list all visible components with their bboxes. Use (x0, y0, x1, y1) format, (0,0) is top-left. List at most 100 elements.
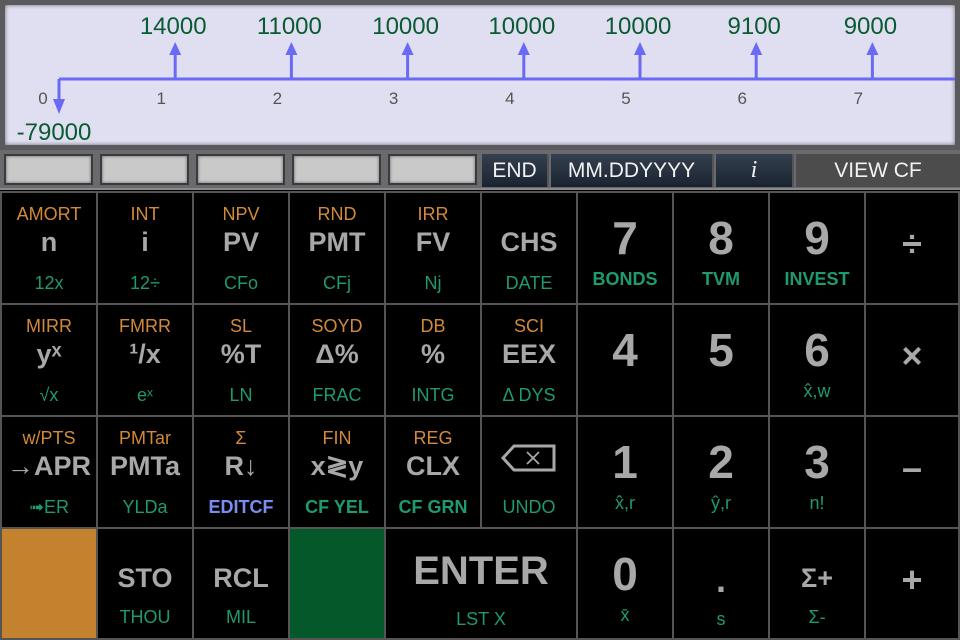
key-to-apr[interactable]: w/PTS →APR ➟ER (2, 417, 96, 527)
key-primary-label: RCL (213, 563, 269, 593)
key-f-label: w/PTS (22, 428, 76, 448)
arrow-head-up-icon (401, 42, 414, 55)
key-primary-label: × (901, 335, 923, 376)
cashflow-value: 10000 (372, 13, 439, 40)
keypad: AMORT n 12x INT i 12÷ NPV PV CFo RND PMT CFj IRR FV Nj… (0, 191, 960, 640)
key-2[interactable]: 2 ŷ,r (674, 417, 768, 527)
key-5[interactable]: 5 (674, 305, 768, 415)
key-primary-label: x≷y (310, 451, 364, 481)
key-primary-label: FV (415, 227, 451, 257)
key-sto[interactable]: STO THOU (98, 529, 192, 638)
cashflow-value: 11000 (257, 13, 322, 40)
key-g-label: CF YEL (305, 497, 369, 517)
key-g-label: 12÷ (130, 273, 160, 293)
key-1[interactable]: 1 x̂,r (578, 417, 672, 527)
blank-status-key-1[interactable] (4, 154, 93, 185)
blank-status-key-3[interactable] (196, 154, 285, 185)
key-subtract[interactable]: – (866, 417, 958, 527)
key-pmt[interactable]: RND PMT CFj (290, 193, 384, 303)
key-percent-total[interactable]: SL %T LN (194, 305, 288, 415)
key-primary-label: PV (222, 227, 260, 257)
blank-status-key-2[interactable] (100, 154, 189, 185)
key-g-label: DATE (505, 273, 553, 293)
key-percent[interactable]: DB% INTG (386, 305, 480, 415)
key-f-label: SOYD (311, 316, 363, 336)
key-clx[interactable]: REG CLX CF GRN (386, 417, 480, 527)
key-primary-label: ENTER (413, 549, 549, 593)
key-primary-label: n (40, 227, 58, 257)
key-x-swap-y[interactable]: FIN x≷y CF YEL (290, 417, 384, 527)
period-label: 2 (273, 89, 282, 108)
key-i[interactable]: INT i 12÷ (98, 193, 192, 303)
key-g-label: n! (809, 493, 825, 513)
date-format-indicator[interactable]: MM.DDYYYY (551, 154, 714, 187)
key-reciprocal[interactable]: FMRR ¹/x eˣ (98, 305, 192, 415)
key-0[interactable]: 0 x̄ (578, 529, 672, 638)
blank-status-key-5[interactable] (388, 154, 477, 185)
key-chs[interactable]: CHS DATE (482, 193, 576, 303)
end-mode-indicator[interactable]: END (482, 154, 549, 187)
key-g-label: Nj (424, 273, 442, 293)
key-f-label: MIRR (26, 316, 72, 336)
key-g-label: eˣ (137, 385, 153, 405)
key-f-label: RND (317, 204, 357, 224)
key-9[interactable]: 9 INVEST (770, 193, 864, 303)
key-pmta[interactable]: PMTar PMTa YLDa (98, 417, 192, 527)
blank-status-key-4[interactable] (292, 154, 381, 185)
interest-indicator[interactable]: i (716, 154, 794, 187)
key-sigma-plus[interactable]: Σ+ Σ- (770, 529, 864, 638)
key-decimal-point[interactable]: .s (674, 529, 768, 638)
key-primary-label: 1 (612, 436, 638, 488)
cashflow-value: 10000 (605, 13, 672, 40)
key-primary-label: 4 (612, 324, 638, 376)
key-divide[interactable]: ÷ (866, 193, 958, 303)
key-g-label: FRAC (312, 385, 362, 405)
key-7[interactable]: 7 BONDS (578, 193, 672, 303)
arrow-head-down-icon (53, 99, 65, 114)
key-primary-label: STO (117, 563, 173, 593)
key-roll-down[interactable]: Σ R↓ EDITCF (194, 417, 288, 527)
key-primary-label: i (141, 227, 149, 257)
key-g-label: BONDS (592, 269, 658, 289)
cashflow-diagram[interactable]: -79000 0 14000 1 11000 2 10000 3 10000 4 10000 5 910… (5, 5, 955, 145)
key-g-label: Δ DYS (502, 385, 556, 405)
period-label: 4 (505, 89, 514, 108)
key-g-label: CFj (323, 273, 351, 293)
key-f-label: NPV (222, 204, 260, 224)
key-f-label: Σ (235, 428, 247, 448)
key-4[interactable]: 4 (578, 305, 672, 415)
f-shift-key[interactable] (2, 529, 96, 638)
g-shift-key[interactable] (290, 529, 384, 638)
key-multiply[interactable]: × (866, 305, 958, 415)
key-primary-label: →APR (6, 451, 91, 481)
mode-bar: END MM.DDYYYY i VIEW CF (0, 150, 960, 190)
key-y-power-x[interactable]: MIRR yˣ √x (2, 305, 96, 415)
key-delta-percent[interactable]: SOYD Δ% FRAC (290, 305, 384, 415)
key-add[interactable]: + (866, 529, 958, 638)
period-label: 1 (156, 89, 165, 108)
key-fv[interactable]: IRR FV Nj (386, 193, 480, 303)
key-enter[interactable]: ENTER LST X (386, 529, 576, 638)
key-6[interactable]: 6 x̂,w (770, 305, 864, 415)
cashflow-value: 9000 (844, 13, 897, 40)
key-eex[interactable]: SCI EEX Δ DYS (482, 305, 576, 415)
key-n[interactable]: AMORT n 12x (2, 193, 96, 303)
key-backspace[interactable]: UNDO (482, 417, 576, 527)
key-g-label: EDITCF (208, 497, 274, 517)
key-pv[interactable]: NPV PV CFo (194, 193, 288, 303)
key-primary-label: EEX (501, 339, 557, 369)
key-g-label: TVM (702, 269, 740, 289)
key-primary-label: 7 (612, 212, 638, 264)
key-g-label: Σ- (808, 607, 826, 627)
view-cf-button[interactable]: VIEW CF (796, 154, 960, 187)
period-label: 6 (737, 89, 746, 108)
cashflow-value: 9100 (728, 13, 781, 40)
key-3[interactable]: 3 n! (770, 417, 864, 527)
key-primary-label: % (420, 339, 445, 369)
key-primary-label: 5 (708, 324, 734, 376)
cashflow-chart: -79000 0 14000 1 11000 2 10000 3 10000 4 10000 5 910… (17, 13, 955, 145)
key-g-label: x̂,w (803, 381, 831, 401)
key-rcl[interactable]: RCL MIL (194, 529, 288, 638)
key-8[interactable]: 8 TVM (674, 193, 768, 303)
key-primary-label: . (715, 559, 726, 600)
